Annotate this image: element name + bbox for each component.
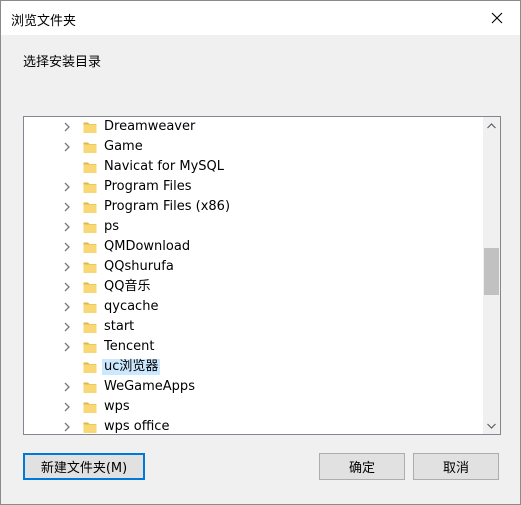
- scroll-thumb[interactable]: [484, 248, 499, 295]
- tree-item-label: Tencent: [104, 339, 155, 354]
- chevron-up-icon: [487, 122, 496, 128]
- chevron-right-icon[interactable]: [62, 122, 72, 132]
- folder-icon: [83, 342, 97, 353]
- window-title: 浏览文件夹: [11, 14, 77, 29]
- tree-item-label: Program Files: [104, 179, 192, 194]
- tree-item-label: QQshurufa: [104, 259, 174, 274]
- tree-item[interactable]: Game: [24, 137, 483, 157]
- tree-item-label: WeGameApps: [104, 379, 195, 394]
- chevron-right-icon[interactable]: [62, 242, 72, 252]
- folder-icon: [83, 142, 97, 153]
- tree-item[interactable]: QQshurufa: [24, 257, 483, 277]
- tree-item[interactable]: wps: [24, 397, 483, 417]
- close-icon: [491, 12, 503, 24]
- folder-icon: [83, 242, 97, 253]
- chevron-right-icon[interactable]: [62, 222, 72, 232]
- chevron-right-icon[interactable]: [62, 342, 72, 352]
- chevron-right-icon[interactable]: [62, 322, 72, 332]
- folder-tree-list: Dreamweaver Game Navicat for MySQL Program …: [24, 117, 483, 434]
- tree-item-label: QQ音乐: [104, 279, 151, 294]
- chevron-right-icon[interactable]: [62, 262, 72, 272]
- folder-icon: [83, 382, 97, 393]
- tree-item[interactable]: qycache: [24, 297, 483, 317]
- tree-item-label: wps office: [104, 419, 170, 434]
- tree-item[interactable]: QQ音乐: [24, 277, 483, 297]
- folder-icon: [83, 262, 97, 273]
- tree-item[interactable]: Navicat for MySQL: [24, 157, 483, 177]
- folder-icon: [83, 362, 97, 373]
- chevron-right-icon[interactable]: [62, 182, 72, 192]
- folder-icon: [83, 282, 97, 293]
- folder-icon: [83, 422, 97, 433]
- chevron-right-icon[interactable]: [62, 422, 72, 432]
- tree-item[interactable]: WeGameApps: [24, 377, 483, 397]
- chevron-right-icon[interactable]: [62, 202, 72, 212]
- tree-item[interactable]: wps office: [24, 417, 483, 434]
- tree-item-label: qycache: [104, 299, 159, 314]
- tree-item[interactable]: QMDownload: [24, 237, 483, 257]
- scroll-up-button[interactable]: [483, 117, 500, 134]
- vertical-scrollbar[interactable]: [483, 117, 500, 434]
- browse-folder-dialog: 浏览文件夹 选择安装目录 Dreamweaver Game Navicat for …: [0, 0, 521, 505]
- close-button[interactable]: [474, 1, 520, 35]
- chevron-right-icon[interactable]: [62, 302, 72, 312]
- folder-tree[interactable]: Dreamweaver Game Navicat for MySQL Program …: [23, 116, 501, 435]
- tree-item-label: Game: [104, 139, 143, 154]
- ok-button[interactable]: 确定: [319, 453, 405, 480]
- chevron-right-icon[interactable]: [62, 142, 72, 152]
- folder-icon: [83, 402, 97, 413]
- chevron-right-icon[interactable]: [62, 282, 72, 292]
- folder-icon: [83, 322, 97, 333]
- tree-item[interactable]: ps: [24, 217, 483, 237]
- scroll-down-button[interactable]: [483, 417, 500, 434]
- tree-item[interactable]: uc浏览器: [24, 357, 483, 377]
- tree-item[interactable]: Program Files (x86): [24, 197, 483, 217]
- folder-icon: [83, 302, 97, 313]
- chevron-down-icon: [487, 423, 496, 429]
- tree-item[interactable]: Program Files: [24, 177, 483, 197]
- tree-item-label: wps: [104, 399, 130, 414]
- tree-item-label: Dreamweaver: [104, 119, 196, 134]
- chevron-right-icon[interactable]: [62, 382, 72, 392]
- tree-item[interactable]: Tencent: [24, 337, 483, 357]
- tree-item-label: ps: [104, 219, 120, 234]
- tree-item-label: Program Files (x86): [104, 199, 231, 214]
- folder-icon: [83, 162, 97, 173]
- tree-item-label: start: [104, 319, 135, 334]
- folder-icon: [83, 182, 97, 193]
- chevron-right-icon[interactable]: [62, 402, 72, 412]
- tree-item-label: uc浏览器: [102, 359, 161, 375]
- tree-item-label: QMDownload: [104, 239, 191, 254]
- folder-icon: [83, 122, 97, 133]
- title-bar: 浏览文件夹: [1, 1, 520, 35]
- prompt-label: 选择安装目录: [23, 55, 102, 70]
- folder-icon: [83, 202, 97, 213]
- tree-item-label: Navicat for MySQL: [104, 159, 224, 174]
- folder-icon: [83, 222, 97, 233]
- new-folder-button[interactable]: 新建文件夹(M): [23, 453, 145, 480]
- tree-item[interactable]: start: [24, 317, 483, 337]
- cancel-button[interactable]: 取消: [413, 453, 499, 480]
- tree-item[interactable]: Dreamweaver: [24, 117, 483, 137]
